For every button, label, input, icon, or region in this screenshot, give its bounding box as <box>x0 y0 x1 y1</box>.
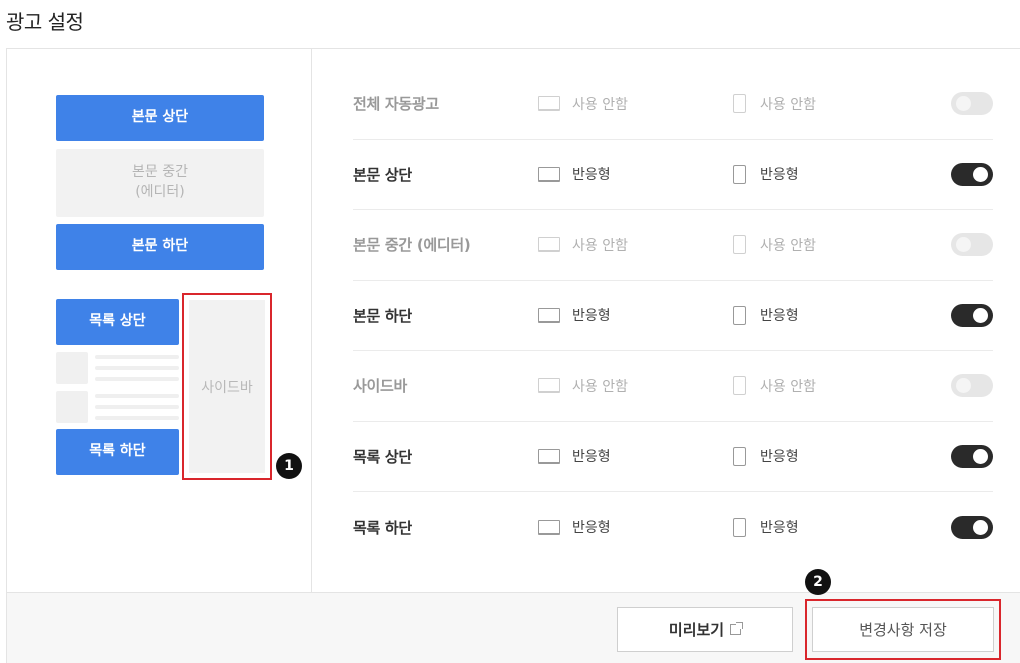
list-line <box>95 405 179 409</box>
preview-button[interactable]: 미리보기 <box>617 607 793 652</box>
pc-setting[interactable]: 반응형 <box>538 164 733 184</box>
mobile-setting-value: 사용 안함 <box>760 237 816 254</box>
list-line <box>95 366 179 370</box>
mobile-setting-value: 반응형 <box>760 520 799 537</box>
toggle-knob <box>956 237 971 253</box>
pc-setting-value: 반응형 <box>572 449 611 466</box>
pc-setting-value: 반응형 <box>572 167 611 184</box>
annotation-marker-2: 2 <box>805 569 831 595</box>
setting-label: 목록 하단 <box>353 518 412 537</box>
setting-toggle[interactable] <box>951 515 993 539</box>
setting-label: 본문 중간 (에디터) <box>353 236 471 255</box>
preview-block-content-bottom[interactable]: 본문 하단 <box>56 224 264 270</box>
phone-icon <box>733 517 746 537</box>
monitor-icon <box>538 166 560 182</box>
mobile-setting-value: 사용 안함 <box>760 96 816 113</box>
setting-toggle[interactable] <box>951 162 993 186</box>
phone-icon <box>733 235 746 255</box>
mobile-setting[interactable]: 반응형 <box>733 164 928 184</box>
setting-row-content-top: 본문 상단 반응형 반응형 <box>353 140 993 210</box>
setting-row-content-bottom: 본문 하단 반응형 반응형 <box>353 281 993 351</box>
list-line <box>95 355 179 359</box>
toggle-knob <box>973 307 988 323</box>
setting-label: 목록 상단 <box>353 447 412 466</box>
pc-setting[interactable]: 사용 안함 <box>538 94 733 114</box>
setting-row-sidebar: 사이드바 사용 안함 사용 안함 <box>353 351 993 422</box>
setting-row-content-middle: 본문 중간 (에디터) 사용 안함 사용 안함 <box>353 210 993 281</box>
ad-settings-list: 전체 자동광고 사용 안함 사용 안함 본문 상단 반응형 반응형 본문 중간 … <box>353 69 993 563</box>
pc-setting-value: 반응형 <box>572 308 611 325</box>
preview-middle-label-line1: 본문 중간 <box>132 164 188 181</box>
pc-setting-value: 사용 안함 <box>572 96 628 113</box>
preview-button-label: 미리보기 <box>668 621 725 639</box>
list-thumbnail <box>56 391 88 423</box>
mobile-setting[interactable]: 반응형 <box>733 305 928 325</box>
list-thumbnail <box>56 352 88 384</box>
page-title: 광고 설정 <box>6 10 84 34</box>
setting-toggle[interactable] <box>951 374 993 398</box>
phone-icon <box>733 446 746 466</box>
setting-toggle[interactable] <box>951 444 993 468</box>
setting-row-list-top: 목록 상단 반응형 반응형 <box>353 422 993 492</box>
mobile-setting-value: 반응형 <box>760 449 799 466</box>
pc-setting[interactable]: 반응형 <box>538 517 733 537</box>
list-line <box>95 377 179 381</box>
list-line <box>95 416 179 420</box>
preview-block-list-top[interactable]: 목록 상단 <box>56 299 179 345</box>
mobile-setting-value: 반응형 <box>760 308 799 325</box>
preview-block-content-middle[interactable]: 본문 중간 (에디터) <box>56 149 264 217</box>
toggle-knob <box>956 96 971 112</box>
phone-icon <box>733 305 746 325</box>
toggle-knob <box>973 448 988 464</box>
monitor-icon <box>538 448 560 464</box>
monitor-icon <box>538 378 560 394</box>
preview-block-list-bottom[interactable]: 목록 하단 <box>56 429 179 475</box>
preview-block-content-top[interactable]: 본문 상단 <box>56 95 264 141</box>
save-changes-button[interactable]: 변경사항 저장 <box>812 607 994 652</box>
save-button-highlight: 변경사항 저장 <box>805 599 1001 660</box>
phone-icon <box>733 376 746 396</box>
setting-label: 전체 자동광고 <box>353 95 439 114</box>
toggle-knob <box>973 166 988 182</box>
phone-icon <box>733 164 746 184</box>
list-line <box>95 394 179 398</box>
setting-label: 본문 하단 <box>353 306 412 325</box>
setting-label: 사이드바 <box>353 377 408 396</box>
annotation-marker-1: 1 <box>276 453 302 479</box>
setting-toggle[interactable] <box>951 92 993 116</box>
pc-setting[interactable]: 반응형 <box>538 446 733 466</box>
monitor-icon <box>538 519 560 535</box>
mobile-setting[interactable]: 사용 안함 <box>733 235 928 255</box>
pc-setting-value: 사용 안함 <box>572 378 628 395</box>
layout-preview: 본문 상단 본문 중간 (에디터) 본문 하단 목록 상단 목록 하단 사이드바… <box>7 49 312 592</box>
monitor-icon <box>538 307 560 323</box>
pc-setting[interactable]: 사용 안함 <box>538 376 733 396</box>
pc-setting[interactable]: 사용 안함 <box>538 235 733 255</box>
preview-block-sidebar[interactable]: 사이드바 <box>189 300 265 473</box>
setting-row-list-bottom: 목록 하단 반응형 반응형 <box>353 492 993 563</box>
ad-settings-panel: 본문 상단 본문 중간 (에디터) 본문 하단 목록 상단 목록 하단 사이드바… <box>6 48 1020 663</box>
pc-setting-value: 반응형 <box>572 520 611 537</box>
mobile-setting[interactable]: 반응형 <box>733 446 928 466</box>
preview-sidebar-highlight: 사이드바 <box>182 293 272 480</box>
toggle-knob <box>956 378 971 394</box>
setting-row-auto-ads: 전체 자동광고 사용 안함 사용 안함 <box>353 69 993 140</box>
toggle-knob <box>973 519 988 535</box>
mobile-setting-value: 사용 안함 <box>760 378 816 395</box>
pc-setting-value: 사용 안함 <box>572 237 628 254</box>
preview-middle-label-line2: (에디터) <box>135 184 185 200</box>
mobile-setting[interactable]: 사용 안함 <box>733 376 928 396</box>
footer-bar: 미리보기 2 변경사항 저장 <box>7 569 1020 663</box>
external-link-icon <box>730 622 744 635</box>
monitor-icon <box>538 237 560 253</box>
setting-label: 본문 상단 <box>353 165 412 184</box>
setting-toggle[interactable] <box>951 233 993 257</box>
pc-setting[interactable]: 반응형 <box>538 305 733 325</box>
mobile-setting[interactable]: 반응형 <box>733 517 928 537</box>
phone-icon <box>733 94 746 114</box>
monitor-icon <box>538 96 560 112</box>
setting-toggle[interactable] <box>951 303 993 327</box>
mobile-setting[interactable]: 사용 안함 <box>733 94 928 114</box>
mobile-setting-value: 반응형 <box>760 167 799 184</box>
